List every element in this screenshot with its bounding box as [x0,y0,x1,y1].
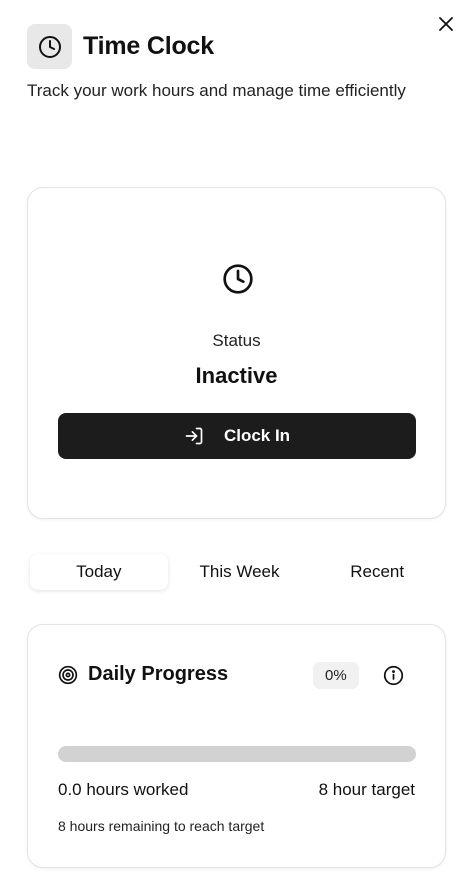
progress-bar [58,746,416,762]
clock-in-label: Clock In [223,426,291,445]
hours-worked: 0.0 hours worked [58,780,189,799]
log-in-icon [184,426,204,446]
clock-icon [223,264,253,294]
hour-target: 8 hour target [318,780,415,799]
page-header: Time Clock [27,24,214,69]
remaining-hours: 8 hours remaining to reach target [58,818,265,834]
tab-bar: Today This Week Recent [27,551,446,593]
progress-header: Daily Progress [58,663,228,686]
daily-progress-card: Daily Progress 0% 0.0 hours worked 8 hou… [27,624,446,868]
page-subtitle: Track your work hours and manage time ef… [27,81,406,100]
status-label: Status [212,331,261,350]
tab-this-week[interactable]: This Week [171,551,309,593]
tab-today[interactable]: Today [30,554,168,590]
info-icon[interactable] [383,665,404,686]
status-card: Status Inactive Clock In [27,187,446,519]
clock-icon [38,35,61,58]
progress-title: Daily Progress [88,663,229,685]
percent-badge: 0% [313,662,359,689]
tab-recent[interactable]: Recent [308,551,446,593]
header-icon-tile [27,24,72,69]
clock-in-button[interactable]: Clock In [58,413,416,459]
target-icon [58,665,78,685]
status-value: Inactive [195,363,278,388]
page-title: Time Clock [83,32,214,60]
close-icon [439,17,453,31]
close-button[interactable] [434,12,458,36]
